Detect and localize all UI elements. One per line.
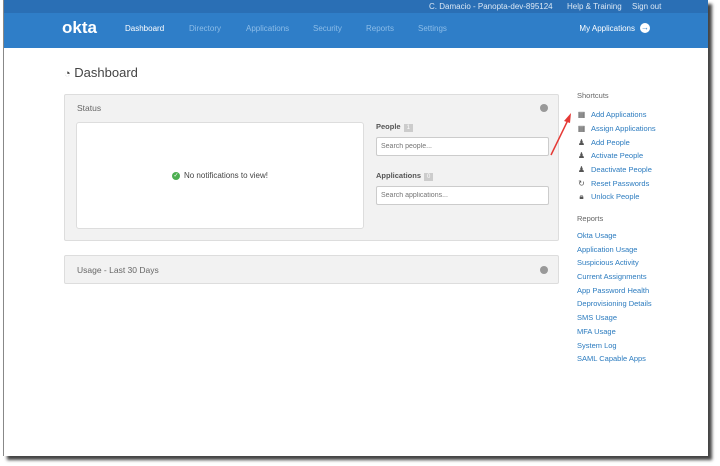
annotation-arrow (550, 113, 571, 156)
browser-page: C. Damacio - Panopta-dev-895124 Help & T… (3, 0, 708, 456)
